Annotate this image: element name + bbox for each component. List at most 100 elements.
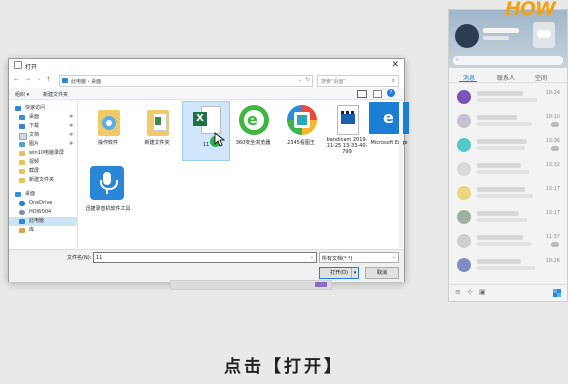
dialog-app-icon bbox=[14, 61, 22, 69]
chat-footer: ≡ ⊹ ▣ bbox=[449, 284, 567, 301]
list-item[interactable]: 13:17 bbox=[449, 182, 567, 204]
file-name: 360安全浏览器 bbox=[235, 140, 271, 146]
navigation-pane: 快速访问 桌面 ✱ 下载 ✱ 文档 ✱ 图片 ✱ win10电脑录屏 视频 截屏… bbox=[9, 100, 77, 248]
tab-contacts[interactable]: 联系人 bbox=[497, 73, 515, 82]
contact-name-blur bbox=[477, 211, 519, 216]
forward-arrow-icon[interactable]: → bbox=[25, 76, 30, 83]
file-item[interactable]: bandicam 2019-11-25 13-33-40-799 bbox=[324, 104, 370, 160]
open-button[interactable]: 打开(O) ▾ bbox=[319, 267, 359, 279]
address-path: 此电脑 › 桌面 bbox=[71, 79, 102, 85]
chevron-down-icon[interactable]: ⌄ bbox=[310, 254, 314, 260]
list-item[interactable]: 10:10 bbox=[449, 110, 567, 132]
search-icon: ⌕ bbox=[391, 77, 395, 84]
nav-label: 此电脑 bbox=[29, 218, 45, 224]
address-bar[interactable]: 此电脑 › 桌面 ⌄ ↻ bbox=[59, 75, 313, 87]
nav-item-libraries[interactable]: 库 bbox=[9, 226, 77, 235]
list-item[interactable]: 13:36 bbox=[449, 134, 567, 156]
nav-item-downloads[interactable]: 下载 ✱ bbox=[9, 122, 77, 131]
menu-icon[interactable]: ≡ bbox=[455, 288, 461, 296]
dialog-titlebar: 打开 ✕ bbox=[9, 59, 404, 73]
folder-docs-icon bbox=[147, 106, 171, 136]
nav-label: 快速访问 bbox=[25, 105, 46, 111]
organize-button[interactable]: 组织 ▾ bbox=[15, 91, 29, 98]
avatar[interactable] bbox=[455, 24, 479, 48]
recent-chevron-icon[interactable]: ⌄ bbox=[37, 76, 41, 82]
folder-icon bbox=[19, 169, 25, 174]
file-item[interactable]: 迅捷录音机软件工具 bbox=[85, 166, 131, 226]
avatar bbox=[457, 258, 471, 272]
filename-value: 11 bbox=[96, 255, 103, 261]
nav-item-desktop-root[interactable]: 桌面 bbox=[9, 190, 77, 199]
help-icon[interactable]: ? bbox=[387, 89, 395, 97]
filetype-value: 所有文档(*.*) bbox=[322, 256, 353, 262]
nav-item-onedrive[interactable]: OneDrive bbox=[9, 199, 77, 208]
list-item[interactable]: 10:24 bbox=[449, 86, 567, 108]
nav-item-how004[interactable]: HOW004 bbox=[9, 208, 77, 217]
nav-item-videos[interactable]: 视频 bbox=[9, 158, 77, 167]
refresh-icon[interactable]: ↻ bbox=[306, 77, 310, 83]
list-item[interactable]: 13:17 bbox=[449, 206, 567, 228]
dialog-toolbar: 组织 ▾ 新建文件夹 ? bbox=[9, 88, 404, 100]
avatar bbox=[457, 234, 471, 248]
list-item[interactable]: 13:32 bbox=[449, 158, 567, 180]
cloud-icon[interactable] bbox=[533, 22, 555, 48]
up-arrow-icon[interactable]: ↑ bbox=[46, 76, 51, 83]
new-folder-button[interactable]: 新建文件夹 bbox=[43, 91, 68, 98]
computer-icon bbox=[62, 78, 68, 83]
nav-item-new-folder[interactable]: 新建文件夹 bbox=[9, 176, 77, 185]
filename-input[interactable]: 11 ⌄ bbox=[93, 252, 317, 263]
message-time: 10:24 bbox=[545, 90, 560, 96]
add-contact-icon[interactable]: ⊹ bbox=[467, 288, 473, 296]
avatar bbox=[457, 186, 471, 200]
nav-item-this-pc[interactable]: 此电脑 bbox=[9, 217, 77, 226]
nav-item-desktop[interactable]: 桌面 ✱ bbox=[9, 113, 77, 122]
nav-item-documents[interactable]: 文档 ✱ bbox=[9, 131, 77, 140]
desktop-icon bbox=[19, 115, 25, 120]
message-preview-blur bbox=[477, 194, 533, 198]
nav-item-screenshots[interactable]: 截屏 bbox=[9, 167, 77, 176]
message-time: 10:26 bbox=[545, 258, 560, 264]
nav-label: HOW004 bbox=[29, 209, 52, 215]
file-item[interactable]: 新建文件夹 bbox=[134, 104, 180, 154]
video-file-icon bbox=[337, 105, 359, 135]
folder-icon bbox=[19, 178, 25, 183]
tab-space[interactable]: 空间 bbox=[535, 73, 547, 82]
nav-label: 视频 bbox=[29, 159, 40, 165]
pin-icon: ✱ bbox=[69, 114, 74, 120]
nav-item-pictures[interactable]: 图片 ✱ bbox=[9, 140, 77, 149]
message-time: 10:10 bbox=[545, 114, 560, 120]
open-button-label: 打开(O) bbox=[330, 270, 348, 276]
message-time: 13:36 bbox=[545, 138, 560, 144]
apps-icon[interactable]: ▣ bbox=[479, 288, 486, 296]
open-dropdown-icon[interactable]: ▾ bbox=[351, 268, 358, 278]
filename-label: 文件名(N): bbox=[67, 255, 92, 261]
address-dropdown-icon[interactable]: ⌄ bbox=[298, 77, 302, 83]
cancel-button[interactable]: 取消 bbox=[365, 267, 399, 279]
view-options-icon[interactable] bbox=[357, 90, 367, 98]
close-icon[interactable]: ✕ bbox=[391, 60, 399, 70]
file-item[interactable]: e 360安全浏览器 bbox=[230, 104, 276, 154]
file-item[interactable]: 操作软件 bbox=[85, 104, 131, 154]
nav-item-quick-access[interactable]: 快速访问 bbox=[9, 104, 77, 113]
list-item[interactable]: 10:26 bbox=[449, 254, 567, 276]
back-arrow-icon[interactable]: ← bbox=[14, 76, 19, 83]
nav-label: 图片 bbox=[29, 141, 40, 147]
avatar bbox=[457, 138, 471, 152]
file-item[interactable]: 2345看图王 bbox=[278, 104, 324, 154]
folder-icon bbox=[19, 151, 25, 156]
filetype-select[interactable]: 所有文档(*.*) ⌄ bbox=[319, 252, 399, 263]
file-item-selected[interactable]: X 11 bbox=[182, 101, 230, 161]
avatar bbox=[457, 210, 471, 224]
file-item[interactable]: e Microsoft Edge bbox=[366, 102, 412, 154]
list-item[interactable]: 11:37 bbox=[449, 230, 567, 252]
chat-search-input[interactable]: ⌕ bbox=[453, 56, 563, 65]
file-name: bandicam 2019-11-25 13-33-40-799 bbox=[326, 137, 368, 155]
message-time: 13:17 bbox=[545, 210, 560, 216]
app-grid-icon[interactable] bbox=[553, 289, 561, 297]
message-preview-blur bbox=[477, 266, 535, 270]
preview-pane-icon[interactable] bbox=[373, 90, 382, 98]
scrollbar[interactable] bbox=[399, 100, 403, 248]
nav-item-win10-recording[interactable]: win10电脑录屏 bbox=[9, 149, 77, 158]
chevron-down-icon[interactable]: ⌄ bbox=[392, 254, 396, 260]
search-input[interactable]: 搜索"桌面" ⌕ bbox=[317, 75, 399, 87]
